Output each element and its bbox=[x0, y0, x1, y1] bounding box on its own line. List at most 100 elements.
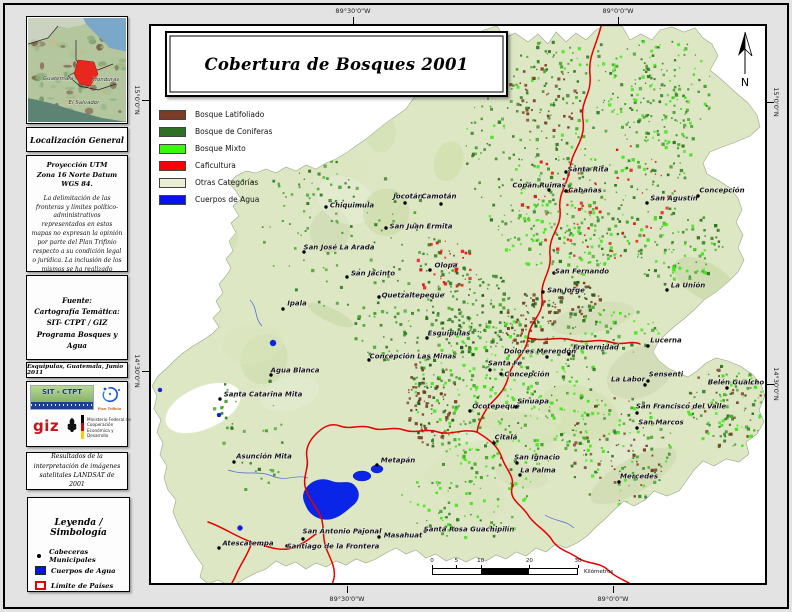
town-dot bbox=[635, 411, 638, 414]
town-label: La Unión bbox=[671, 282, 705, 290]
locator-country-label: Guatemala bbox=[43, 76, 74, 82]
scale-tick-label: 10 bbox=[477, 558, 484, 564]
town-label: San Ignacio bbox=[514, 454, 560, 462]
results-note-panel: Resultados de la interpretación de imáge… bbox=[26, 452, 128, 490]
town-label: Metapán bbox=[381, 457, 416, 465]
sit-ctpt-logo-banner bbox=[31, 402, 93, 409]
coordinate-tick bbox=[618, 17, 619, 24]
coordinate-tick bbox=[353, 17, 354, 24]
town-label: Belén Gualcho bbox=[708, 379, 765, 387]
town-label: Asunción Mita bbox=[235, 453, 292, 461]
town-dot bbox=[499, 372, 502, 375]
town-label: San Francisco del Valle bbox=[636, 403, 726, 411]
coordinate-label: 14°30'0"N bbox=[133, 354, 141, 388]
scale-tick-label: 5 bbox=[455, 558, 459, 564]
projection-line1: Proyección UTM bbox=[31, 161, 123, 171]
projection-line2: Zona 16 Norte Datum WGS 84. bbox=[31, 171, 123, 190]
scale-tick-label: 30 bbox=[575, 558, 582, 564]
map-legend-row: Cuerpos de Agua bbox=[159, 191, 339, 208]
town-dot bbox=[377, 535, 380, 538]
town-label: Copán Ruinas bbox=[512, 182, 565, 190]
map-legend-label: Caficultura bbox=[195, 161, 236, 170]
sit-ctpt-logo-text: SIT - CTPT bbox=[31, 388, 93, 396]
map-legend-label: Bosque de Coniferas bbox=[195, 127, 272, 136]
town-label: Camotán bbox=[421, 193, 456, 201]
sit-ctpt-logo: SIT - CTPT bbox=[30, 385, 94, 410]
coordinate-label: 89°0'0"W bbox=[598, 595, 629, 603]
source-line4: Programa Bosques y Agua bbox=[27, 329, 127, 351]
town-dot bbox=[377, 295, 380, 298]
legend-item-limite: Límite de Países bbox=[34, 578, 123, 593]
results-note: Resultados de la interpretación de imáge… bbox=[31, 452, 123, 489]
scale-bar-track bbox=[432, 568, 578, 575]
coordinate-tick bbox=[142, 100, 149, 101]
town-dot bbox=[375, 463, 378, 466]
town-label: Concepción Las Minas bbox=[370, 353, 457, 361]
locator-title-panel: Localización General bbox=[26, 127, 128, 152]
town-label: San Antonio Pajonal bbox=[302, 528, 382, 536]
town-label: La Labor bbox=[611, 376, 646, 384]
town-dot bbox=[646, 379, 649, 382]
town-dot bbox=[635, 426, 638, 429]
scale-tick bbox=[578, 565, 579, 568]
town-label: Sinuapa bbox=[517, 398, 549, 406]
town-dot bbox=[645, 201, 648, 204]
map-legend-swatch bbox=[159, 178, 186, 188]
town-label: San Jorge bbox=[547, 287, 585, 295]
town-dot bbox=[218, 397, 221, 400]
town-label: Olopa bbox=[435, 262, 458, 270]
town-label: San Jacinto bbox=[351, 270, 395, 278]
locator-country-label: Honduras bbox=[93, 77, 120, 83]
map-legend-row: Bosque de Coniferas bbox=[159, 123, 339, 140]
town-label: Atescatempa bbox=[221, 540, 274, 548]
town-dot bbox=[403, 201, 406, 204]
legend-item-agua: Cuerpos de Agua bbox=[34, 563, 123, 578]
scale-tick bbox=[529, 565, 530, 568]
legend-title: Leyenda / Simbología bbox=[34, 518, 123, 538]
scale-tick bbox=[432, 565, 433, 568]
town-dot bbox=[567, 352, 570, 355]
town-label: Santiago de la Frontera bbox=[287, 543, 380, 551]
map-layout-page: GuatemalaHondurasEl Salvador Localizació… bbox=[0, 0, 792, 612]
scale-bar-segment bbox=[481, 569, 529, 574]
map-legend-swatch bbox=[159, 110, 186, 120]
map-title-box: Cobertura de Bosques 2001 bbox=[165, 31, 508, 97]
town-dot bbox=[564, 189, 567, 192]
map-legend-label: Cuerpos de Agua bbox=[195, 195, 259, 204]
projection-panel: Proyección UTM Zona 16 Norte Datum WGS 8… bbox=[26, 155, 128, 272]
north-arrow-icon: N bbox=[733, 30, 757, 90]
town-dot bbox=[217, 546, 220, 549]
map-title: Cobertura de Bosques 2001 bbox=[204, 55, 468, 74]
map-legend-label: Bosque Latifoliado bbox=[195, 110, 264, 119]
german-eagle-icon bbox=[65, 416, 79, 436]
map-legend-row: Bosque Mixto bbox=[159, 140, 339, 157]
locator-title: Localización General bbox=[30, 135, 124, 145]
town-label: Sensenti bbox=[649, 371, 684, 379]
town-label: Esquipulas bbox=[428, 330, 471, 338]
town-label: San Marcos bbox=[638, 419, 683, 427]
place-date: Esquipulas, Guatemala, Junio 2011 bbox=[27, 364, 127, 376]
coordinate-label: 89°30'0"W bbox=[329, 595, 364, 603]
country-border-swatch-icon bbox=[34, 581, 46, 591]
map-legend-row: Bosque Latifoliado bbox=[159, 106, 339, 123]
locator-map: GuatemalaHondurasEl Salvador bbox=[28, 18, 126, 122]
legend-item-label: Límite de Países bbox=[51, 582, 113, 590]
town-dot bbox=[696, 194, 699, 197]
scale-tick bbox=[481, 565, 482, 568]
giz-logo: giz bbox=[33, 417, 59, 435]
town-label: Santa Rosa Guachipilín bbox=[424, 526, 515, 534]
scale-bar: Kilómetros 05102030 bbox=[432, 558, 642, 584]
logo-row-top: SIT - CTPT Plan Trifinio bbox=[29, 384, 125, 411]
town-dot bbox=[232, 460, 235, 463]
map-legend-swatch bbox=[159, 127, 186, 137]
coordinate-tick bbox=[767, 384, 774, 385]
town-label: Ipala bbox=[287, 300, 307, 308]
town-label: Fraternidad bbox=[573, 344, 620, 352]
town-label: San Juan Ermita bbox=[390, 223, 453, 231]
town-label: San Agustín bbox=[650, 195, 698, 203]
coordinate-label: 89°0'0"W bbox=[603, 7, 634, 15]
town-label: Dolores Merendón bbox=[504, 348, 576, 356]
town-label: Cabañas bbox=[568, 187, 601, 195]
town-label: Santa Rita bbox=[567, 166, 608, 174]
town-dot bbox=[643, 383, 646, 386]
